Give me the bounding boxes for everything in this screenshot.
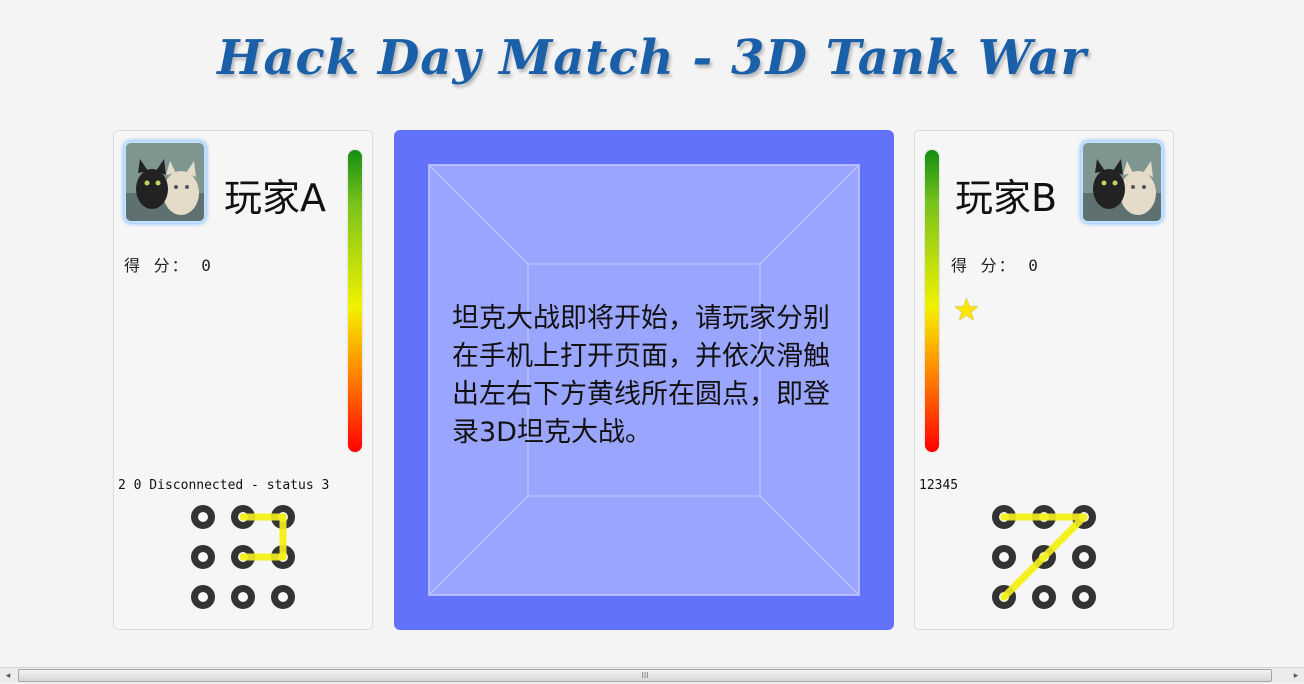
- pattern-dot[interactable]: [231, 585, 255, 609]
- scroll-left-arrow-icon[interactable]: ◂: [0, 668, 16, 684]
- score-label: 得 分：: [951, 256, 1017, 275]
- star-icon: ★: [953, 293, 980, 328]
- page-title: Hack Day Match - 3D Tank War: [217, 30, 1087, 86]
- player-a-status: 2 0 Disconnected - status 3: [118, 478, 330, 493]
- player-a-pattern-lock[interactable]: [183, 497, 303, 617]
- player-b-name: 玩家B: [955, 176, 1058, 220]
- pattern-dot[interactable]: [191, 585, 215, 609]
- player-a-panel: 玩家A 得 分： 0 2 0 Disconnected - status 3: [113, 130, 373, 630]
- player-a-health-bar: [348, 150, 362, 452]
- scroll-right-arrow-icon[interactable]: ▸: [1288, 668, 1304, 684]
- scrollbar-grip-icon: III: [641, 671, 649, 680]
- player-a-avatar: [124, 141, 206, 223]
- player-a-name: 玩家A: [224, 176, 326, 220]
- game-arena[interactable]: 坦克大战即将开始，请玩家分别在手机上打开页面，并依次滑触出左右下方黄线所在圆点，…: [394, 130, 894, 630]
- player-b-panel: 玩家B 得 分： 0 ★ 12345: [914, 130, 1174, 630]
- player-b-status: 12345: [919, 478, 959, 493]
- pattern-dot[interactable]: [1072, 585, 1096, 609]
- score-value: 0: [201, 256, 213, 275]
- player-b-pattern-lock[interactable]: [984, 497, 1104, 617]
- cat-avatar-icon: [1083, 143, 1161, 221]
- horizontal-scrollbar[interactable]: ◂ III ▸: [0, 667, 1304, 683]
- arena-message: 坦克大战即将开始，请玩家分别在手机上打开页面，并依次滑触出左右下方黄线所在圆点，…: [452, 303, 830, 448]
- player-b-avatar: [1081, 141, 1163, 223]
- pattern-dot[interactable]: [191, 505, 215, 529]
- pattern-dot[interactable]: [191, 545, 215, 569]
- cat-avatar-icon: [126, 143, 204, 221]
- pattern-dot[interactable]: [1072, 545, 1096, 569]
- pattern-dot[interactable]: [1032, 585, 1056, 609]
- pattern-dot[interactable]: [992, 545, 1016, 569]
- player-a-score: 得 分： 0: [124, 252, 213, 276]
- score-label: 得 分：: [124, 256, 190, 275]
- player-b-health-bar: [925, 150, 939, 452]
- scrollbar-thumb[interactable]: III: [18, 669, 1272, 682]
- pattern-dot[interactable]: [271, 585, 295, 609]
- score-value: 0: [1028, 256, 1040, 275]
- player-b-score: 得 分： 0: [951, 252, 1040, 276]
